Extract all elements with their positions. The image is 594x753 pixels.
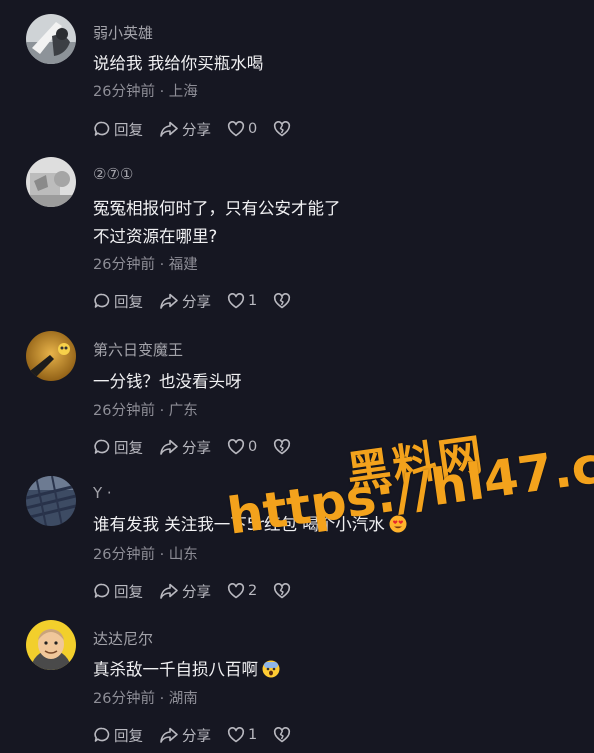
comment-actions: 回复 分享 2 [93, 580, 294, 602]
dislike-button[interactable] [273, 726, 294, 744]
location: 山东 [168, 547, 198, 563]
like-count: 0 [248, 121, 258, 137]
avatar[interactable] [26, 476, 76, 526]
comment-text: 真杀敌一千自损八百啊 [93, 656, 280, 684]
reply-icon [94, 121, 110, 136]
dislike-button[interactable] [273, 438, 294, 456]
heart-icon [227, 727, 245, 743]
comment-text: 谁有发我 关注我一下5r红包 喝个小汽水 [93, 511, 407, 539]
location: 湖南 [168, 691, 198, 707]
share-button[interactable]: 分享 [159, 437, 211, 458]
broken-heart-icon [274, 439, 291, 455]
heart-icon [227, 293, 245, 309]
reply-icon [94, 293, 110, 308]
avatar[interactable] [26, 331, 76, 381]
share-button[interactable]: 分享 [159, 581, 211, 602]
comment-actions: 回复 分享 1 [93, 724, 294, 746]
username[interactable]: ②⑦① [93, 165, 133, 183]
timestamp: 26分钟前 [93, 257, 155, 273]
comment-meta: 26分钟前 · 福建 [93, 257, 198, 273]
comment-meta: 26分钟前 · 上海 [93, 84, 198, 100]
share-icon [160, 439, 178, 455]
dislike-button[interactable] [273, 582, 294, 600]
location: 上海 [168, 84, 198, 100]
share-icon [160, 727, 178, 743]
timestamp: 26分钟前 [93, 84, 155, 100]
username[interactable]: 第六日变魔王 [93, 339, 183, 360]
comment-meta: 26分钟前 · 广东 [93, 403, 198, 419]
share-icon [160, 583, 178, 599]
reply-button[interactable]: 回复 [93, 437, 143, 458]
reply-button[interactable]: 回复 [93, 581, 143, 602]
like-button[interactable]: 0 [227, 120, 257, 138]
watermark-title: 黑料网 [343, 429, 488, 500]
scared-emoji [262, 659, 280, 678]
heart-eyes-emoji [389, 514, 407, 533]
username[interactable]: Y · [93, 484, 112, 502]
like-button[interactable]: 1 [227, 726, 257, 744]
share-icon [160, 293, 178, 309]
comment-actions: 回复 分享 1 [93, 290, 294, 312]
share-button[interactable]: 分享 [159, 725, 211, 746]
username[interactable]: 弱小英雄 [93, 22, 153, 43]
avatar[interactable] [26, 620, 76, 670]
location: 福建 [168, 257, 198, 273]
like-count: 1 [248, 293, 258, 309]
like-count: 2 [248, 583, 258, 599]
dislike-button[interactable] [273, 120, 294, 138]
comment-meta: 26分钟前 · 湖南 [93, 691, 198, 707]
like-button[interactable]: 1 [227, 292, 257, 310]
comment-text: 说给我 我给你买瓶水喝 [93, 54, 264, 73]
broken-heart-icon [274, 293, 291, 309]
heart-icon [227, 439, 245, 455]
reply-button[interactable]: 回复 [93, 725, 143, 746]
reply-icon [94, 439, 110, 454]
like-button[interactable]: 0 [227, 438, 257, 456]
comment-actions: 回复 分享 0 [93, 436, 294, 458]
comment-actions: 回复 分享 0 [93, 118, 294, 140]
comment-text: 一分钱？也没看头呀 [93, 372, 242, 391]
dislike-button[interactable] [273, 292, 294, 310]
heart-icon [227, 121, 245, 137]
location: 广东 [168, 403, 198, 419]
reply-icon [94, 583, 110, 598]
broken-heart-icon [274, 583, 291, 599]
comment-meta: 26分钟前 · 山东 [93, 547, 198, 563]
username[interactable]: 达达尼尔 [93, 628, 153, 649]
broken-heart-icon [274, 121, 291, 137]
timestamp: 26分钟前 [93, 403, 155, 419]
like-button[interactable]: 2 [227, 582, 257, 600]
avatar[interactable] [26, 157, 76, 207]
avatar[interactable] [26, 14, 76, 64]
like-count: 0 [248, 439, 258, 455]
share-button[interactable]: 分享 [159, 119, 211, 140]
broken-heart-icon [274, 727, 291, 743]
comment-text: 冤冤相报何时了，只有公安才能了 不过资源在哪里? [93, 199, 341, 246]
timestamp: 26分钟前 [93, 547, 155, 563]
reply-button[interactable]: 回复 [93, 291, 143, 312]
heart-icon [227, 583, 245, 599]
timestamp: 26分钟前 [93, 691, 155, 707]
like-count: 1 [248, 727, 258, 743]
share-button[interactable]: 分享 [159, 291, 211, 312]
share-icon [160, 121, 178, 137]
reply-icon [94, 727, 110, 742]
reply-button[interactable]: 回复 [93, 119, 143, 140]
